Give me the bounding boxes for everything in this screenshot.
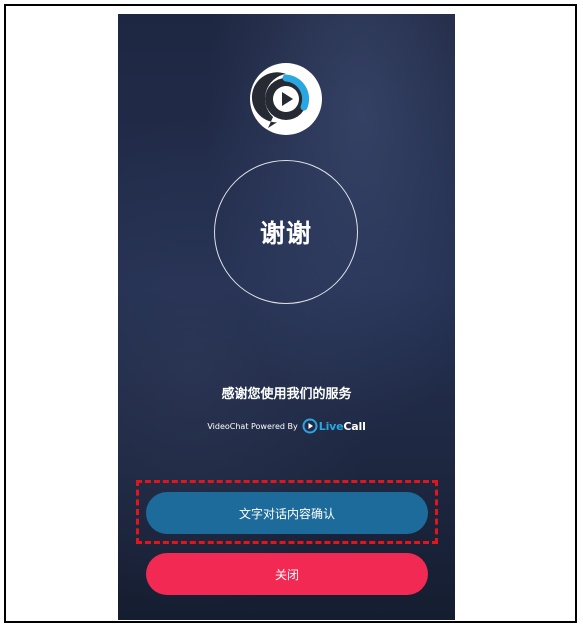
brand-call-text: Call [343, 419, 366, 433]
chat-play-icon [250, 63, 322, 135]
phone-screen: 谢谢 感谢您使用我们的服务 VideoChat Powered By LiveC… [118, 14, 455, 620]
confirm-chat-content-button[interactable]: 文字对话内容确认 [146, 492, 428, 534]
powered-by-row: VideoChat Powered By LiveCall [118, 418, 455, 434]
close-button[interactable]: 关闭 [146, 553, 428, 595]
confirm-button-label: 文字对话内容确认 [238, 506, 335, 521]
brand-live-text: Live [318, 419, 344, 433]
livecall-logo-icon [302, 418, 318, 434]
thanks-title: 谢谢 [259, 219, 312, 248]
livecall-brand: LiveCall [319, 420, 366, 433]
thank-you-message: 感谢您使用我们的服务 [221, 387, 352, 402]
thanks-circle: 谢谢 [214, 160, 358, 304]
close-button-label: 关闭 [274, 567, 299, 582]
powered-by-text: VideoChat Powered By [207, 421, 298, 431]
